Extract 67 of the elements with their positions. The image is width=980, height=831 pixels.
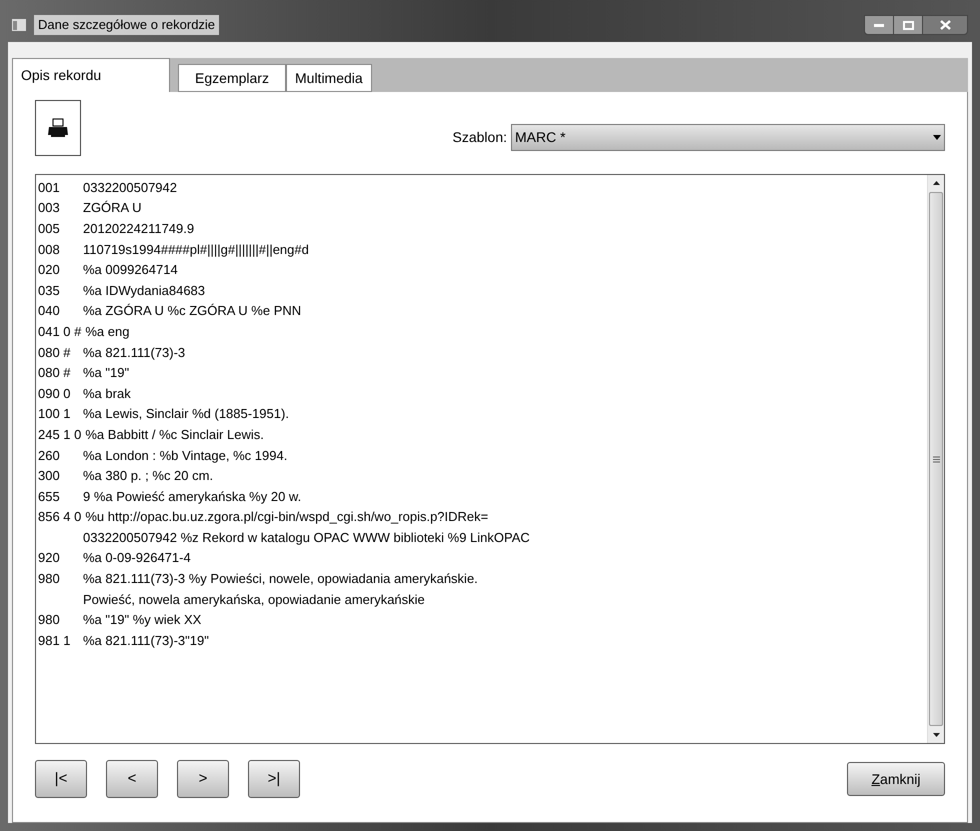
scroll-thumb[interactable] bbox=[929, 192, 943, 726]
field-tag: 090 0 bbox=[38, 386, 83, 400]
field-tag: 100 1 bbox=[38, 407, 83, 420]
navigation-button[interactable]: < bbox=[106, 760, 158, 798]
field-tag: 041 0 # bbox=[38, 324, 86, 338]
close-window-button[interactable] bbox=[922, 15, 968, 35]
tab[interactable]: Multimedia bbox=[286, 64, 372, 92]
field-value: %a Lewis, Sinclair %d (1885-1951). bbox=[83, 407, 289, 420]
field-tag: 001 bbox=[38, 180, 83, 194]
field-value: Powieść, nowela amerykańska, opowiadanie amerykańskie bbox=[83, 592, 425, 606]
field-tag: 981 1 bbox=[38, 634, 83, 647]
close-button[interactable]: Zamknij bbox=[847, 762, 945, 796]
field-tag: 080 # bbox=[38, 346, 83, 359]
printer-icon bbox=[47, 118, 69, 138]
minimize-button[interactable] bbox=[864, 15, 894, 35]
app-icon bbox=[12, 19, 26, 31]
field-tag: 245 1 0 bbox=[38, 428, 86, 441]
field-tag: 040 bbox=[38, 304, 83, 318]
field-value: 20120224211749.9 bbox=[83, 222, 194, 235]
field-value: %a eng bbox=[85, 324, 130, 338]
field-tag: 020 bbox=[38, 263, 83, 276]
field-value: %a IDWydania84683 bbox=[83, 284, 206, 297]
field-tag: 080 # bbox=[38, 366, 83, 380]
tab[interactable]: Egzemplarz bbox=[178, 64, 286, 92]
field-tag: 920 bbox=[38, 551, 83, 564]
field-tag: 655 bbox=[38, 490, 83, 503]
field-value: %a Babbitt / %c Sinclair Lewis. bbox=[85, 428, 264, 441]
template-dropdown[interactable]: MARC * bbox=[511, 124, 945, 151]
field-value: %a 821.111(73)-3 bbox=[83, 346, 186, 359]
field-value: %a 380 p. ; %c 20 cm. bbox=[83, 469, 214, 482]
field-value: %a "19" bbox=[83, 366, 130, 380]
field-value: ZGÓRA U bbox=[83, 201, 142, 214]
print-button[interactable] bbox=[35, 100, 81, 156]
field-value: %a "19" %y wiek XX bbox=[83, 613, 202, 626]
template-label: Szablon: bbox=[452, 128, 507, 147]
field-value: %a 821.111(73)-3"19" bbox=[83, 634, 209, 647]
field-value: %a 0099264714 bbox=[83, 263, 178, 276]
window-title: Dane szczegółowe o rekordzie bbox=[34, 15, 220, 35]
navigation-button[interactable]: > bbox=[177, 760, 229, 798]
field-value: 0332200507942 %z Rekord w katalogu OPAC WWW biblioteki %9 LinkOPAC bbox=[83, 530, 530, 544]
field-tag: 003 bbox=[38, 201, 83, 214]
field-value: %a London : %b Vintage, %c 1994. bbox=[83, 448, 288, 462]
navigation-button[interactable]: |< bbox=[35, 760, 87, 798]
field-tag: 980 bbox=[38, 572, 83, 586]
dropdown-arrow-icon bbox=[933, 135, 941, 140]
minimize-icon bbox=[874, 24, 884, 26]
field-value: 0332200507942 bbox=[83, 180, 177, 194]
maximize-icon bbox=[902, 20, 914, 30]
field-value: %a 821.111(73)-3 %y Powieści, nowele, opowiadania amerykańskie. bbox=[83, 572, 478, 586]
field-value: %a 0-09-926471-4 bbox=[83, 551, 191, 564]
field-value: 110719s1994####pl#||||g#|||||||#||eng#d bbox=[83, 242, 309, 256]
grip-icon bbox=[932, 456, 940, 462]
field-tag: 300 bbox=[38, 469, 83, 482]
close-icon bbox=[940, 20, 950, 30]
field-tag: 980 bbox=[38, 613, 83, 626]
tab[interactable]: Opis rekordu bbox=[12, 58, 170, 92]
field-tag: 035 bbox=[38, 284, 83, 297]
navigation-button[interactable]: >| bbox=[248, 760, 300, 798]
field-tag: 260 bbox=[38, 448, 83, 462]
maximize-button[interactable] bbox=[894, 15, 922, 35]
field-tag: 008 bbox=[38, 242, 83, 256]
field-value: 9 %a Powieść amerykańska %y 20 w. bbox=[83, 490, 302, 503]
field-tag: 856 4 0 bbox=[38, 510, 86, 524]
field-value: %a brak bbox=[83, 386, 131, 400]
field-tag: 005 bbox=[38, 222, 83, 235]
field-value: %u http://opac.bu.uz.zgora.pl/cgi-bin/wspd_cgi.sh/wo_ropis.p?IDRek= bbox=[85, 510, 488, 524]
field-value: %a ZGÓRA U %c ZGÓRA U %e PNN bbox=[83, 304, 302, 318]
